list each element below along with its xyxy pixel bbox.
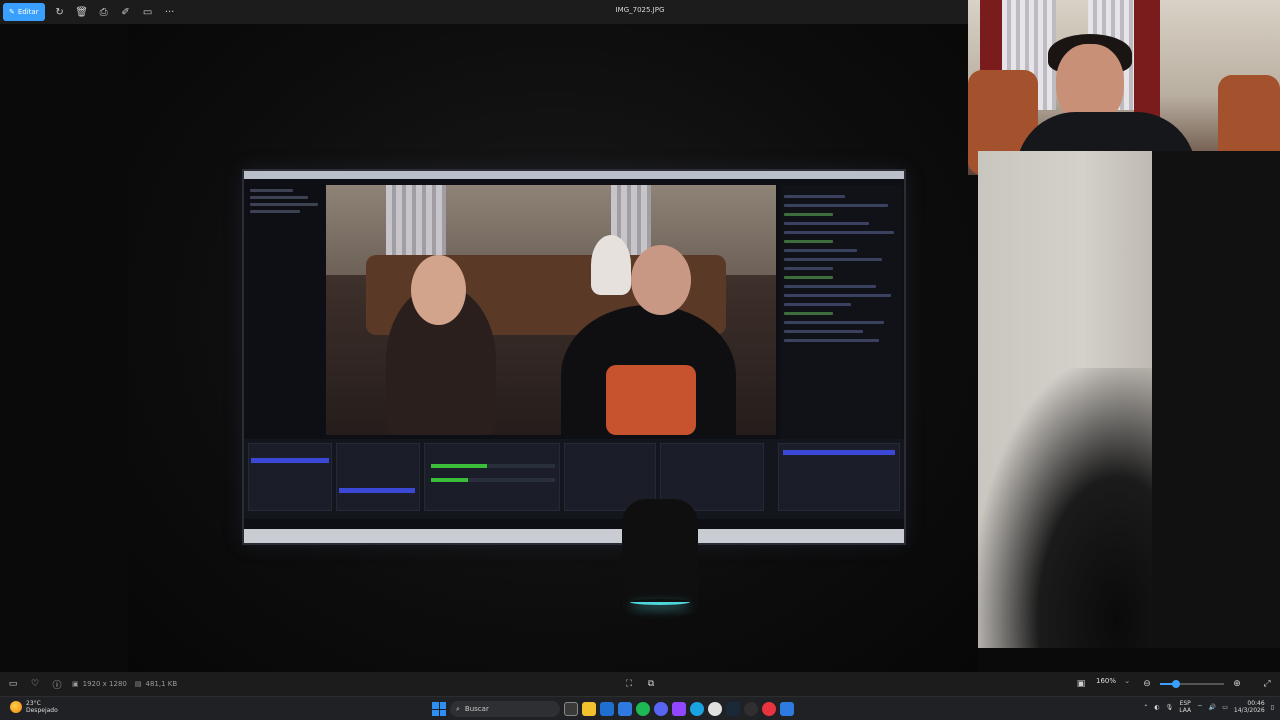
monitor-taskbar — [244, 529, 904, 543]
side-dark-area — [1152, 151, 1280, 648]
edge-icon[interactable] — [690, 702, 704, 716]
twitch-icon[interactable] — [672, 702, 686, 716]
wifi-icon[interactable]: ⌔ — [1197, 703, 1203, 711]
task-view-icon[interactable] — [564, 702, 578, 716]
photographed-monitor — [242, 169, 906, 545]
chrome-icon[interactable] — [708, 702, 722, 716]
volume-icon[interactable]: 🔊 — [1209, 704, 1216, 711]
store-icon[interactable] — [600, 702, 614, 716]
print-icon[interactable]: ⎙ — [93, 3, 115, 21]
delete-icon[interactable]: 🗑 — [71, 3, 93, 21]
opera-icon[interactable] — [762, 702, 776, 716]
language-top: ESP — [1179, 700, 1191, 707]
chevron-down-icon: ⌄ — [1124, 677, 1131, 685]
edit-icon: ✎ — [9, 8, 15, 16]
monitor-scenes-panel — [250, 185, 322, 245]
monitor-chat-panel — [780, 185, 902, 451]
zoom-level: 160% — [1096, 677, 1117, 685]
sun-icon — [10, 701, 22, 713]
edit-image-icon[interactable]: ✐ — [115, 3, 137, 21]
notifications-icon[interactable]: ▯ — [1271, 704, 1274, 711]
photo-viewer-window: ✎ Editar ↻ 🗑 ⎙ ✐ ▭ ··· IMG_7025.JPG ▭ ♡ … — [0, 0, 1280, 720]
status-bar: ▭ ♡ ⓘ ▣ 1920 x 1280 ▤ 481,1 KB ⛶ ⧉ ▣ 160… — [0, 672, 1280, 696]
weather-condition: Despejado — [26, 707, 58, 714]
system-tray: ⌃ ◐ 🎙 ESP LAA ⌔ 🔊 ▭ 00:46 14/3/2026 ▯ — [1143, 700, 1274, 714]
filmstrip-icon[interactable]: ▭ — [2, 675, 24, 693]
webcam-overlay — [968, 0, 1280, 175]
info-icon[interactable]: ⓘ — [46, 675, 68, 693]
monitor-titlebar — [244, 171, 904, 179]
chevron-up-icon[interactable]: ⌃ — [1143, 704, 1148, 711]
file-size-icon: ▤ — [134, 680, 142, 688]
steam-icon[interactable] — [726, 702, 740, 716]
obs-icon[interactable] — [744, 702, 758, 716]
favorite-icon[interactable]: ♡ — [24, 675, 46, 693]
taskbar-apps: ⌕ Buscar — [432, 699, 794, 719]
clock[interactable]: 00:46 14/3/2026 — [1234, 700, 1265, 714]
edit-button[interactable]: ✎ Editar — [3, 3, 45, 21]
network-icon[interactable]: ◐ — [1154, 704, 1159, 711]
weather-widget[interactable]: 23°C Despejado — [10, 700, 58, 714]
file-explorer-icon[interactable] — [582, 702, 596, 716]
monitor-docks — [244, 439, 904, 519]
language-indicator[interactable]: ESP LAA — [1179, 700, 1191, 714]
taskbar-search[interactable]: ⌕ Buscar — [450, 701, 560, 717]
discord-icon[interactable] — [654, 702, 668, 716]
photo-viewer-taskbar-icon[interactable] — [780, 702, 794, 716]
photos-icon[interactable] — [618, 702, 632, 716]
search-placeholder: Buscar — [464, 705, 489, 713]
monitor-stream-preview — [326, 185, 776, 435]
side-background-panel — [978, 151, 1152, 648]
battery-icon[interactable]: ▭ — [1222, 704, 1228, 711]
spotify-icon[interactable] — [636, 702, 650, 716]
file-size: 481,1 KB — [145, 680, 178, 688]
windows-taskbar: 23°C Despejado ⌕ Buscar ⌃ ◐ 🎙 ESP LAA ⌔ … — [0, 696, 1280, 720]
zoom-in-icon[interactable]: ⊕ — [1226, 675, 1248, 693]
photo-image — [128, 24, 978, 672]
zoom-out-icon[interactable]: ⊖ — [1136, 675, 1158, 693]
date: 14/3/2026 — [1233, 707, 1265, 714]
actual-size-icon[interactable]: ▣ — [1070, 675, 1092, 693]
rotate-icon[interactable]: ↻ — [49, 3, 71, 21]
speaker-device — [622, 499, 698, 614]
slideshow-icon[interactable]: ▭ — [137, 3, 159, 21]
more-icon[interactable]: ··· — [159, 3, 181, 21]
dimensions-icon: ▣ — [72, 680, 79, 688]
language-bottom: LAA — [1179, 707, 1192, 714]
fullscreen-icon[interactable]: ⤢ — [1256, 675, 1278, 693]
windows-start-icon[interactable] — [432, 702, 446, 716]
zoom-dropdown[interactable]: 160% ⌄ — [1096, 677, 1130, 685]
fit-view-icon[interactable]: ⛶ — [618, 675, 640, 693]
edit-button-label: Editar — [17, 8, 39, 16]
temperature: 23°C — [26, 700, 41, 707]
zoom-slider[interactable] — [1160, 680, 1224, 688]
image-dimensions: 1920 x 1280 — [82, 680, 127, 688]
zoom-slider-handle[interactable] — [1172, 680, 1180, 688]
search-icon: ⌕ — [456, 704, 460, 713]
compare-icon[interactable]: ⧉ — [640, 675, 662, 693]
microphone-icon[interactable]: 🎙 — [1166, 704, 1174, 711]
time: 00:46 — [1247, 700, 1265, 707]
